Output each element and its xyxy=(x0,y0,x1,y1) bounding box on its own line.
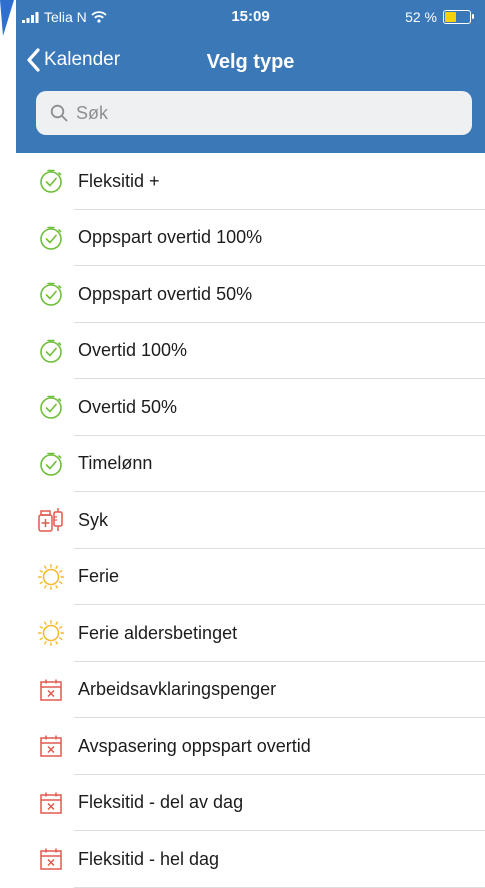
list-item[interactable]: Fleksitid - del av dag xyxy=(16,775,485,832)
nav-bar: Kalender Velg type xyxy=(16,40,485,84)
battery-percent: 52 % xyxy=(405,9,437,25)
list-item-label: Ferie aldersbetinget xyxy=(78,622,238,643)
search-input[interactable] xyxy=(74,101,458,125)
list-item[interactable]: Fleksitid + xyxy=(16,153,485,210)
battery-level xyxy=(445,12,456,22)
list-item-label: Fleksitid - del av dag xyxy=(78,792,244,813)
calendar-x-icon xyxy=(36,675,66,705)
medicine-icon xyxy=(36,505,66,535)
stopwatch-icon xyxy=(36,336,66,366)
header: Telia N 15:09 52 % Kalender Velg type xyxy=(16,0,485,153)
list-item[interactable]: Ferie xyxy=(16,549,485,606)
list-item-label: Avspasering oppspart overtid xyxy=(78,735,311,756)
status-bar: Telia N 15:09 52 % xyxy=(16,0,485,36)
list-item-label: Timelønn xyxy=(78,453,153,474)
list-item[interactable]: Oppspart overtid 50% xyxy=(16,266,485,323)
stopwatch-icon xyxy=(36,166,66,196)
status-right: 52 % xyxy=(405,9,474,25)
list-item-label: Arbeidsavklaringspenger xyxy=(78,679,277,700)
list-item[interactable]: Arbeidsavklaringspenger xyxy=(16,662,485,719)
list-item-label: Oppspart overtid 100% xyxy=(78,227,263,248)
list-item-label: Oppspart overtid 50% xyxy=(78,283,253,304)
list-item[interactable]: Avspasering oppspart overtid xyxy=(16,718,485,775)
list-item[interactable]: Timelønn xyxy=(16,436,485,493)
stopwatch-icon xyxy=(36,392,66,422)
search-bar[interactable] xyxy=(36,91,472,135)
battery-icon xyxy=(443,10,474,24)
list-item[interactable]: Overtid 50% xyxy=(16,379,485,436)
calendar-x-icon xyxy=(36,844,66,874)
search-icon xyxy=(50,104,68,122)
stopwatch-icon xyxy=(36,449,66,479)
list-item[interactable]: Oppspart overtid 100% xyxy=(16,210,485,267)
list-item[interactable]: Ferie aldersbetinget xyxy=(16,605,485,662)
sun-icon xyxy=(36,618,66,648)
list-item[interactable]: Fleksitid - hel dag xyxy=(16,831,485,888)
stopwatch-icon xyxy=(36,279,66,309)
stopwatch-icon xyxy=(36,223,66,253)
calendar-x-icon xyxy=(36,731,66,761)
list-item[interactable]: Overtid 100% xyxy=(16,323,485,380)
sun-icon xyxy=(36,562,66,592)
type-list: Fleksitid + Oppspart overtid 100% Oppspa… xyxy=(16,153,485,888)
list-item-label: Fleksitid + xyxy=(78,170,160,191)
list-item-label: Fleksitid - hel dag xyxy=(78,848,220,869)
list-item-label: Overtid 100% xyxy=(78,340,188,361)
page-title: Velg type xyxy=(206,51,295,73)
edge-decoration xyxy=(0,0,14,36)
list-item-label: Syk xyxy=(78,509,109,530)
list-item-label: Overtid 50% xyxy=(78,396,178,417)
list-item-label: Ferie xyxy=(78,566,120,587)
list-item[interactable]: Syk xyxy=(16,492,485,549)
calendar-x-icon xyxy=(36,788,66,818)
